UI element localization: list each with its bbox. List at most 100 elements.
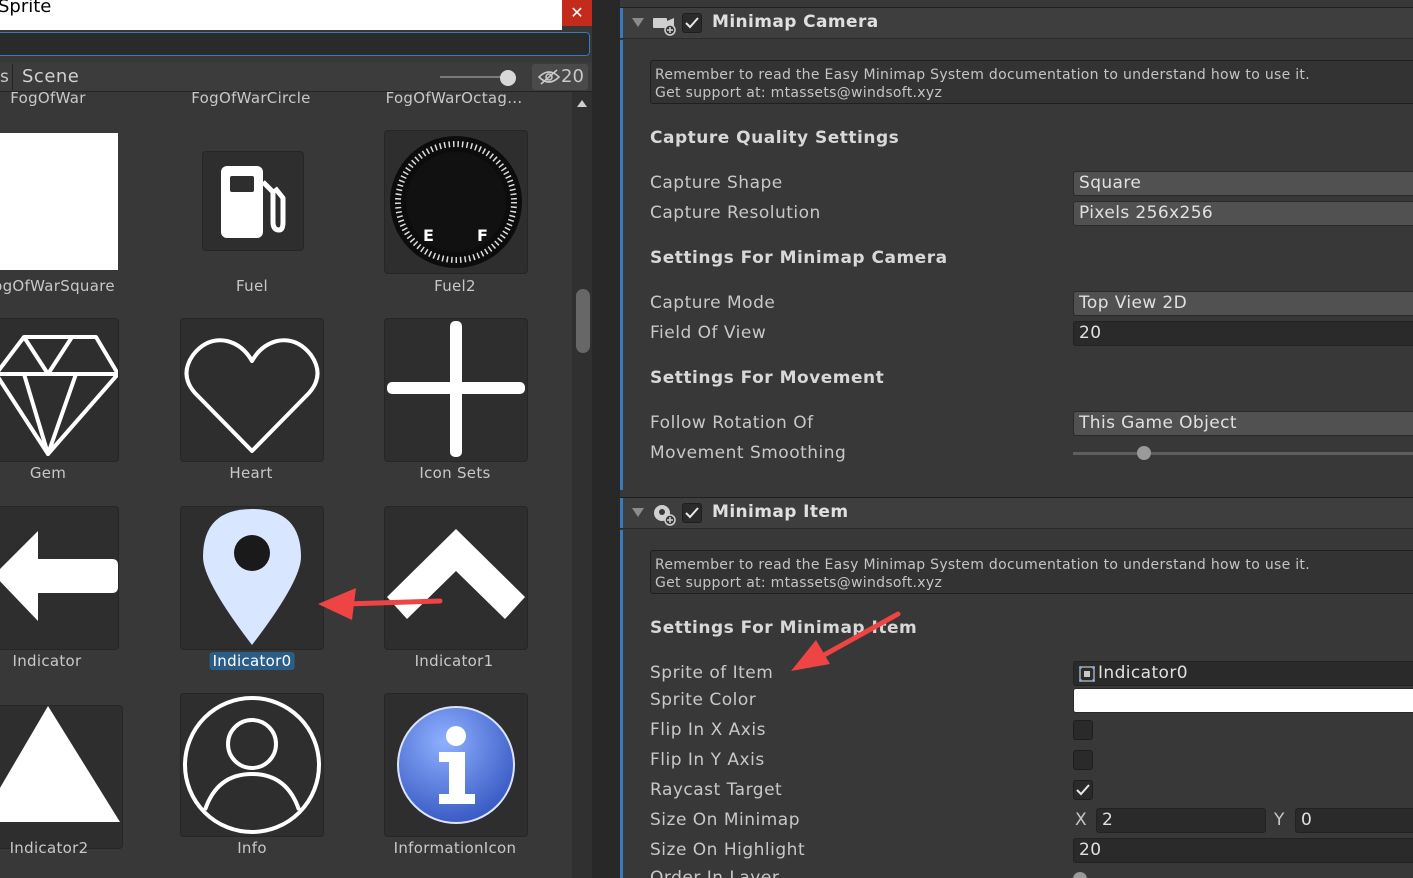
minimap-camera-title: Minimap Camera [712,12,879,32]
section-capture-quality: Capture Quality Settings [650,128,900,148]
svg-text:F: F [477,226,488,245]
eye-slash-icon [538,69,560,85]
size-y-input[interactable]: 0 [1295,808,1413,833]
heart-icon [184,338,320,453]
sprite-cell-indicator[interactable] [0,507,118,649]
search-input[interactable] [0,32,590,56]
capture-shape-dropdown[interactable]: Square [1073,171,1413,196]
size-on-highlight-label: Size On Highlight [650,840,806,860]
movement-smoothing-thumb[interactable] [1137,446,1152,460]
sprite-label-informationicon[interactable]: InformationIcon [394,839,517,857]
sprite-cell-fuel[interactable] [203,152,303,250]
sprite-cell-informationicon[interactable] [385,694,527,836]
sprite-cell-info[interactable] [181,694,323,836]
help-line-1: Remember to read the Easy Minimap System… [655,557,1310,573]
capture-resolution-dropdown[interactable]: Pixels 256x256 [1073,201,1413,226]
sprite-label-indicator1[interactable]: Indicator1 [415,652,494,670]
sprite-label-fogofwaroctagon[interactable]: FogOfWarOctag... [386,89,523,107]
foldout-arrow-icon[interactable] [632,508,644,517]
sprite-of-item-label: Sprite of Item [650,663,774,683]
size-on-highlight-input[interactable]: 20 [1073,838,1413,863]
minimap-item-header[interactable]: Minimap Item [620,497,1413,529]
size-x-input[interactable]: 2 [1096,808,1266,833]
cross-icon [387,321,525,457]
follow-rotation-dropdown[interactable]: This Game Object [1073,411,1413,436]
movement-smoothing-slider[interactable] [1073,452,1413,455]
sprite-color-label: Sprite Color [650,690,757,710]
flip-x-label: Flip In X Axis [650,720,766,740]
sprite-cell-indicator0[interactable] [181,507,323,649]
hidden-packages-toggle[interactable]: 20 [532,64,588,90]
sprite-cell-indicator1[interactable] [385,507,527,649]
picker-title: Sprite [0,0,52,17]
white-square-sprite-icon [0,133,118,270]
size-x-label: X [1075,810,1087,830]
scroll-up-arrow-icon[interactable] [577,100,587,107]
user-circle-icon [183,696,321,834]
sprite-cell-indicator2[interactable] [0,706,122,848]
item-script-icon [654,505,676,526]
window-gap [592,0,620,878]
checkmark-icon [1076,784,1090,796]
section-minimap-item: Settings For Minimap Item [650,618,918,638]
order-in-layer-label: Order In Layer [650,868,780,878]
field-of-view-input[interactable]: 20 [1073,321,1413,346]
sprite-cell-heart[interactable] [181,319,323,461]
sprite-of-item-field[interactable]: Indicator0 [1073,661,1413,686]
raycast-target-checkbox[interactable] [1073,780,1093,800]
sprite-label-indicator[interactable]: Indicator [13,652,82,670]
capture-mode-label: Capture Mode [650,293,776,313]
help-line-2: Get support at: mtassets@windsoft.xyz [655,85,943,101]
capture-shape-label: Capture Shape [650,173,783,193]
sprite-label-fogofwarcircle[interactable]: FogOfWarCircle [191,89,310,107]
minimap-camera-header[interactable]: Minimap Camera [620,7,1413,39]
sprite-label-fuel[interactable]: Fuel [236,277,268,295]
minimap-camera-enabled-checkbox[interactable] [682,13,702,33]
fuel-pump-icon [221,166,286,238]
field-of-view-label: Field Of View [650,323,767,343]
picker-scrollbar[interactable] [572,92,592,878]
tab-scene[interactable]: Scene [22,66,79,87]
sprite-label-gem[interactable]: Gem [30,464,66,482]
map-pin-icon [203,509,301,645]
raycast-target-label: Raycast Target [650,780,783,800]
sprite-cell-fogofwarsquare[interactable] [0,131,118,273]
sprite-label-heart[interactable]: Heart [229,464,272,482]
help-line-2: Get support at: mtassets@windsoft.xyz [655,575,943,591]
minimap-item-enabled-checkbox[interactable] [682,503,702,523]
close-button[interactable]: ✕ [562,0,592,26]
flip-y-checkbox[interactable] [1073,750,1093,770]
sprite-label-fuel2[interactable]: Fuel2 [434,277,476,295]
component-side-line [620,530,623,878]
triangle-icon [0,706,120,822]
tab-assets[interactable]: s [0,67,9,87]
order-in-layer-thumb[interactable] [1073,872,1087,878]
flip-y-label: Flip In Y Axis [650,750,765,770]
sprite-label-fogofwar[interactable]: FogOfWar [10,89,86,107]
sprite-label-icon-sets[interactable]: Icon Sets [419,464,490,482]
tab-separator [12,64,13,90]
section-minimap-camera: Settings For Minimap Camera [650,248,948,268]
sprite-picker-window: Sprite ✕ s Scene 20 FogOfWar FogOfWarCir… [0,0,592,878]
flip-x-checkbox[interactable] [1073,720,1093,740]
sprite-label-info[interactable]: Info [237,839,267,857]
component-accent-bar [620,498,623,528]
picker-scrollbar-thumb[interactable] [576,289,590,353]
sprite-cell-icon-sets[interactable] [385,319,527,461]
foldout-arrow-icon[interactable] [632,18,644,27]
hidden-count: 20 [561,66,584,87]
size-on-minimap-label: Size On Minimap [650,810,801,830]
sprite-label-indicator2[interactable]: Indicator2 [10,839,89,857]
inspector-panel: Minimap Camera Remember to read the Easy… [620,0,1413,878]
sprite-color-swatch[interactable] [1073,688,1413,713]
help-line-1: Remember to read the Easy Minimap System… [655,67,1310,83]
component-accent-bar [620,8,623,38]
picker-title-bar: Sprite [0,0,562,30]
follow-rotation-label: Follow Rotation Of [650,413,814,433]
sprite-label-fogofwarsquare[interactable]: ogOfWarSquare [0,277,115,295]
capture-mode-dropdown[interactable]: Top View 2D [1073,291,1413,316]
checkmark-icon [685,17,699,29]
sprite-cell-gem[interactable] [0,319,118,461]
sprite-label-indicator0-selected[interactable]: Indicator0 [209,652,295,670]
sprite-cell-fuel2[interactable]: E F [385,131,527,273]
